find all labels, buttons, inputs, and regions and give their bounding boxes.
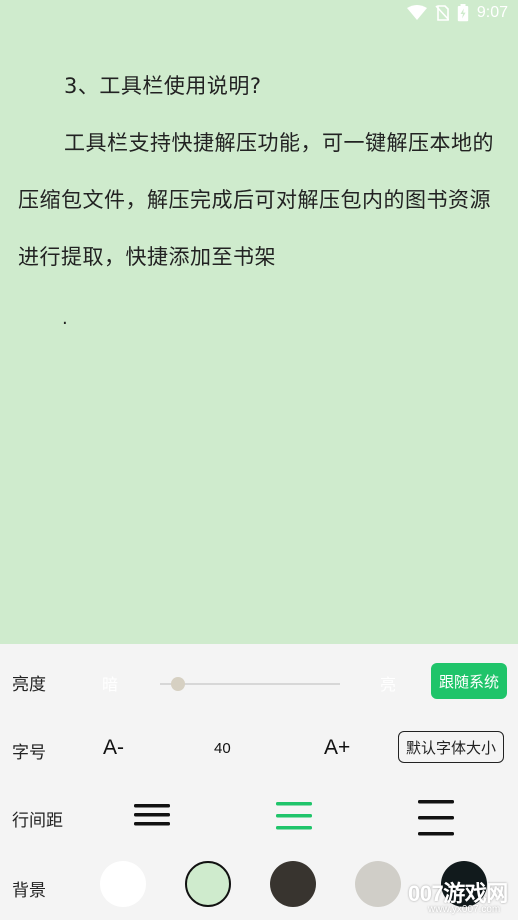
font-decrease-button[interactable]: A- xyxy=(103,736,124,760)
background-swatch-grey[interactable] xyxy=(355,861,401,907)
line-spacing-normal-icon[interactable] xyxy=(276,800,312,834)
line-spacing-label: 行间距 xyxy=(12,811,63,831)
battery-icon xyxy=(457,4,469,22)
background-label: 背景 xyxy=(12,881,46,901)
no-sim-icon xyxy=(435,5,449,21)
background-swatch-white[interactable] xyxy=(100,861,146,907)
font-size-row: 字号 A- 40 A+ 默认字体大小 xyxy=(0,718,518,778)
chapter-paragraph: 工具栏支持快捷解压功能，可一键解压本地的压缩包文件，解压完成后可对解压包内的图书… xyxy=(18,131,494,269)
default-font-size-button[interactable]: 默认字体大小 xyxy=(398,731,504,763)
site-watermark: 007游戏网 www.yx007.com xyxy=(406,876,518,920)
line-spacing-row: 行间距 xyxy=(0,786,518,846)
status-bar: 9:07 xyxy=(0,0,518,30)
follow-system-button[interactable]: 跟随系统 xyxy=(431,663,507,699)
brightness-slider-thumb[interactable] xyxy=(171,677,185,691)
brightness-row: 亮度 暗 亮 跟随系统 xyxy=(0,650,518,710)
brightness-bright-label: 亮 xyxy=(380,675,397,694)
brightness-slider-track[interactable] xyxy=(160,683,340,685)
font-size-label: 字号 xyxy=(12,743,46,763)
chapter-heading: 3、工具栏使用说明? xyxy=(64,74,262,98)
wifi-icon xyxy=(406,5,427,20)
chapter-trailing-text: . xyxy=(62,308,69,329)
brightness-dim-label: 暗 xyxy=(102,675,119,694)
line-spacing-loose-icon[interactable] xyxy=(418,800,454,838)
status-time: 9:07 xyxy=(476,4,508,21)
reader-content[interactable]: 3、工具栏使用说明? 工具栏支持快捷解压功能，可一键解压本地的压缩包文件，解压完… xyxy=(0,44,518,644)
font-size-value: 40 xyxy=(214,740,231,757)
background-swatch-green-selected[interactable] xyxy=(185,861,231,907)
font-increase-button[interactable]: A+ xyxy=(324,736,350,760)
line-spacing-compact-icon[interactable] xyxy=(134,800,170,830)
background-swatch-dark[interactable] xyxy=(270,861,316,907)
brightness-label: 亮度 xyxy=(12,675,46,695)
watermark-url: www.yx007.com xyxy=(428,904,501,915)
